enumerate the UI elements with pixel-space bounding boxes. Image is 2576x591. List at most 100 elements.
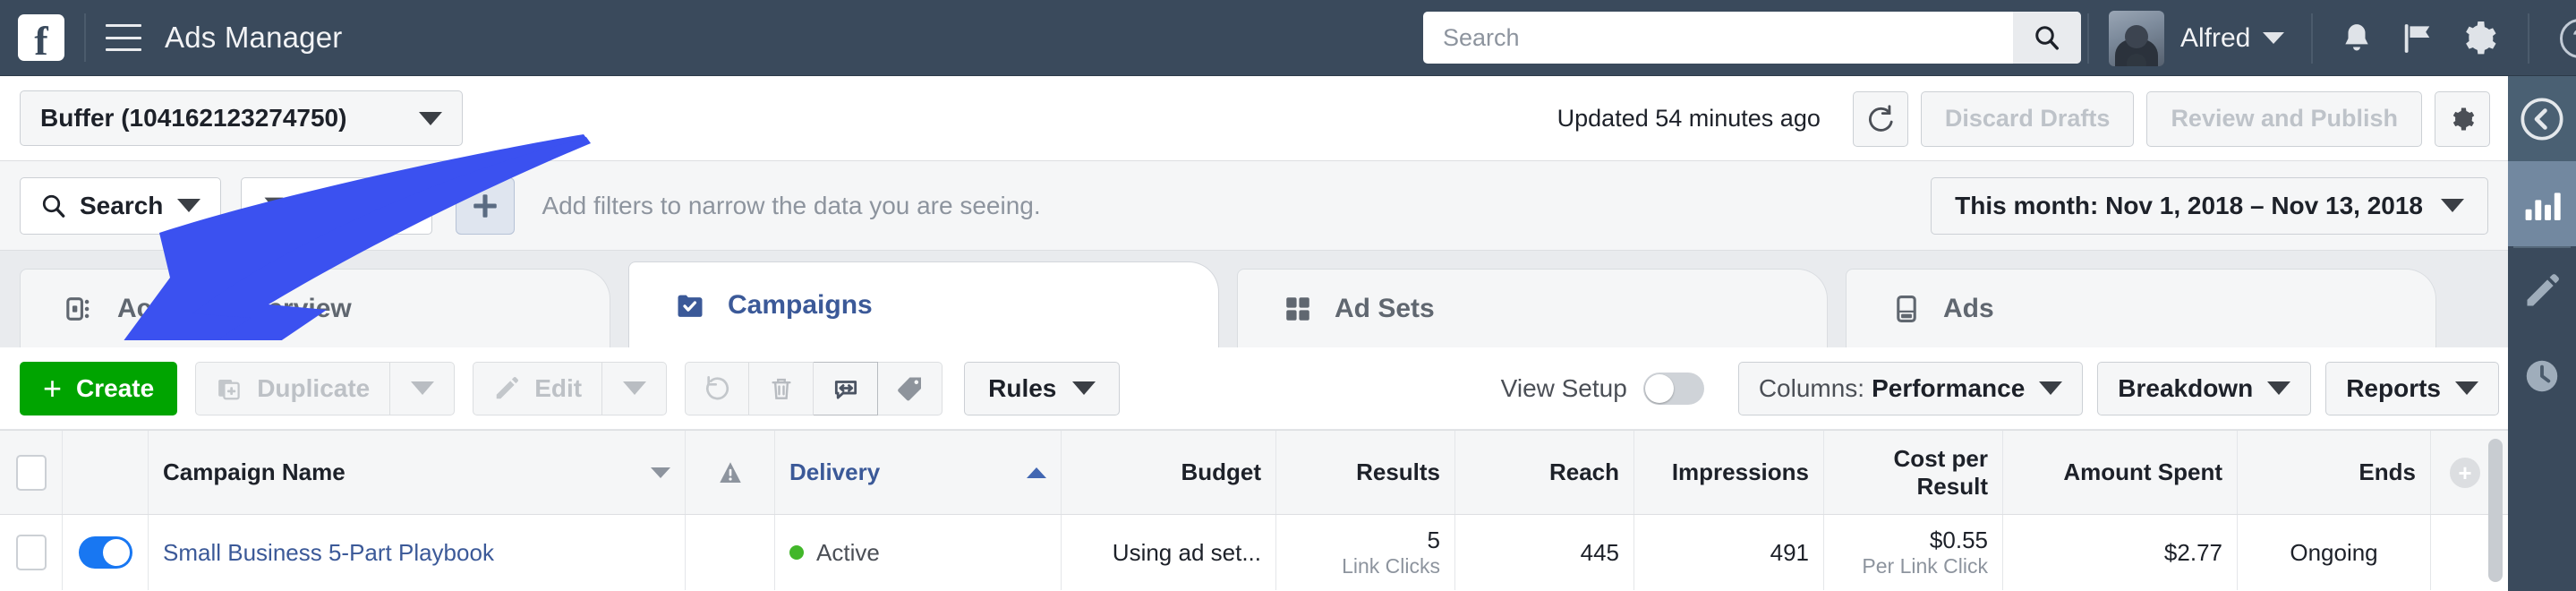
column-header-delivery[interactable]: Delivery [775, 431, 1062, 514]
tab-account-overview-label: Account Overview [117, 293, 352, 323]
column-header-label: Campaign Name [163, 458, 345, 485]
results-sublabel: Link Clicks [1342, 553, 1440, 578]
edit-button-label: Edit [534, 373, 583, 402]
columns-dropdown-button[interactable]: Columns: Performance [1737, 361, 2084, 415]
row-checkbox[interactable] [15, 535, 47, 570]
tab-ads[interactable]: Ads [1846, 269, 2436, 347]
row-action-icons [685, 361, 943, 415]
column-header-results[interactable]: Results [1276, 431, 1455, 514]
adsets-icon [1286, 296, 1309, 321]
rail-item-edit[interactable] [2508, 248, 2576, 333]
column-header-label: Ends [2358, 458, 2416, 485]
ad-account-name: Buffer (104162123274750) [40, 104, 347, 132]
pencil-icon [2527, 273, 2559, 305]
create-button[interactable]: + Create [20, 361, 178, 415]
create-button-label: Create [76, 373, 155, 402]
plus-circle-icon: + [2450, 457, 2480, 488]
bell-icon[interactable] [2340, 21, 2374, 56]
chevron-down-icon [2441, 199, 2464, 212]
campaigns-table: Campaign Name Delivery Budget Results Re… [0, 430, 2508, 591]
column-header-impressions[interactable]: Impressions [1634, 431, 1824, 514]
hamburger-menu-icon[interactable] [106, 24, 141, 51]
edit-button[interactable]: Edit [473, 361, 603, 415]
amount-spent-cell: $2.77 [2003, 515, 2238, 590]
facebook-logo-letter: f [34, 18, 48, 64]
duplicate-button[interactable]: Duplicate [195, 361, 391, 415]
date-range-picker[interactable]: This month: Nov 1, 2018 – Nov 13, 2018 [1931, 176, 2488, 235]
discard-drafts-button[interactable]: Discard Drafts [1920, 90, 2135, 147]
facebook-logo[interactable]: f [18, 14, 64, 64]
search-dropdown-label: Search [80, 191, 164, 219]
table-vertical-scrollbar[interactable] [2488, 439, 2503, 582]
top-navigation-bar: f Ads Manager Alfred ? [0, 0, 2576, 76]
revert-icon[interactable] [685, 361, 750, 415]
column-header-ends[interactable]: Ends [2238, 431, 2431, 514]
trash-icon[interactable] [749, 361, 815, 415]
column-header-label: Reach [1548, 458, 1619, 485]
row-checkbox-cell [0, 515, 63, 590]
column-header-cost-per-result[interactable]: Cost per Result [1824, 431, 2003, 514]
chevron-down-icon [2039, 381, 2063, 395]
column-header-amount-spent[interactable]: Amount Spent [2003, 431, 2238, 514]
search-icon[interactable] [2013, 12, 2081, 64]
rules-button-label: Rules [988, 373, 1057, 402]
chevron-down-icon [1072, 381, 1096, 395]
rail-item-history[interactable] [2508, 333, 2576, 418]
bar-chart-icon [2525, 192, 2561, 220]
duplicate-button-group: Duplicate [195, 361, 456, 415]
gear-icon[interactable] [2461, 21, 2497, 56]
account-overview-icon [66, 296, 90, 321]
refresh-icon[interactable] [1852, 90, 1908, 147]
column-header-label: Amount Spent [2063, 458, 2222, 485]
tab-ad-sets-label: Ad Sets [1335, 293, 1435, 323]
budget-cell: Using ad set... [1062, 515, 1276, 590]
help-icon[interactable]: ? [2560, 18, 2576, 58]
nav-divider [84, 13, 86, 62]
nav-divider [2311, 13, 2314, 64]
filters-dropdown-button[interactable]: Filters [241, 176, 433, 235]
edit-dropdown-button[interactable] [602, 361, 668, 415]
tab-account-overview[interactable]: Account Overview [20, 269, 610, 347]
chevron-down-icon [388, 199, 413, 212]
select-all-checkbox[interactable] [15, 454, 47, 491]
breakdown-dropdown-button[interactable]: Breakdown [2097, 361, 2312, 415]
add-filter-button[interactable] [456, 176, 516, 235]
delivery-cell: Active [775, 515, 1062, 590]
ends-value: Ongoing [2290, 538, 2378, 566]
rail-item-charts[interactable] [2508, 161, 2576, 246]
chevron-down-icon [622, 381, 646, 395]
rules-dropdown-button[interactable]: Rules [964, 361, 1121, 415]
tab-campaigns[interactable]: Campaigns [628, 261, 1219, 347]
tab-ad-sets[interactable]: Ad Sets [1237, 269, 1828, 347]
search-input[interactable] [1423, 12, 2013, 64]
review-and-publish-button[interactable]: Review and Publish [2146, 90, 2422, 147]
chevron-up-icon [1027, 467, 1046, 478]
chevron-down-icon[interactable] [2263, 32, 2285, 44]
results-cell: 5 Link Clicks [1276, 515, 1455, 590]
table-row[interactable]: Small Business 5-Part Playbook Active Us… [0, 515, 2508, 590]
ad-account-selector[interactable]: Buffer (104162123274750) [20, 90, 463, 146]
view-setup-toggle[interactable] [1642, 372, 1704, 405]
column-header-campaign-name[interactable]: Campaign Name [149, 431, 686, 514]
flag-icon[interactable] [2401, 21, 2435, 56]
collapse-panel-button[interactable] [2508, 76, 2576, 161]
duplicate-dropdown-button[interactable] [390, 361, 456, 415]
table-header-row: Campaign Name Delivery Budget Results Re… [0, 430, 2508, 515]
chevron-down-icon [410, 381, 434, 395]
reports-dropdown-button[interactable]: Reports [2325, 361, 2499, 415]
global-search[interactable] [1423, 12, 2081, 64]
tag-icon[interactable] [878, 361, 943, 415]
column-header-budget[interactable]: Budget [1062, 431, 1276, 514]
column-header-reach[interactable]: Reach [1455, 431, 1634, 514]
campaign-active-toggle[interactable] [78, 536, 132, 569]
app-title: Ads Manager [165, 21, 343, 54]
row-warning-cell [686, 515, 775, 590]
search-dropdown-button[interactable]: Search [20, 176, 222, 235]
column-header-label: Results [1356, 458, 1440, 485]
chevron-down-icon [2455, 381, 2478, 395]
user-name[interactable]: Alfred [2180, 23, 2250, 54]
ab-test-icon[interactable] [814, 361, 879, 415]
gear-icon[interactable] [2435, 90, 2490, 147]
avatar[interactable] [2109, 10, 2164, 66]
campaign-name-link[interactable]: Small Business 5-Part Playbook [163, 539, 494, 567]
